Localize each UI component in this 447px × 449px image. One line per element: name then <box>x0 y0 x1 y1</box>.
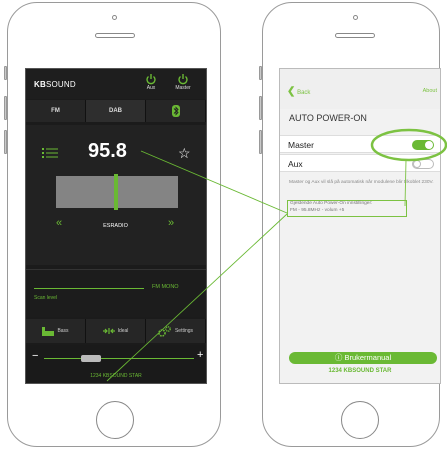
toggle-knob <box>425 141 433 149</box>
volume-panel: − + 1234 KBSOUND STAR <box>26 345 206 383</box>
scan-panel: Scan level FM MONO <box>26 269 206 317</box>
master-power-label: Master <box>175 85 191 91</box>
bluetooth-icon <box>171 105 180 117</box>
dial-needle[interactable] <box>114 174 118 210</box>
seek-next-button[interactable]: » <box>168 217 174 229</box>
current-settings-heading: Gjeldende Auto Power-On innstillinger: <box>290 201 373 206</box>
station-list-icon[interactable] <box>42 147 58 159</box>
volume-up-hw-button <box>259 96 262 120</box>
front-camera <box>353 15 358 20</box>
mute-switch <box>4 66 7 80</box>
mute-switch <box>259 66 262 80</box>
ideal-icon <box>102 328 115 334</box>
volume-track[interactable] <box>44 358 194 359</box>
brand-logo: KBSOUND <box>34 80 76 89</box>
aux-toggle[interactable] <box>412 159 434 169</box>
tab-ideal-label: Ideal <box>117 328 129 334</box>
user-manual-button[interactable]: ⓘ Brukermanual <box>289 352 437 364</box>
device-name: 1234 KBSOUND STAR <box>90 373 142 379</box>
fm-mono-toggle[interactable]: FM MONO <box>152 284 179 290</box>
volume-up-hw-button <box>4 96 7 120</box>
app-header: KBSOUND Aux Master <box>26 69 206 99</box>
earpiece-speaker <box>335 33 375 38</box>
current-settings-box: Gjeldende Auto Power-On innstillinger: F… <box>287 200 407 217</box>
master-label: Master <box>288 140 314 150</box>
radio-app-screen: KBSOUND Aux Master FM DAB 95.8 ☆ « ESRAD… <box>25 68 207 384</box>
current-settings-value: FM - 95.8MHz - volum +5 <box>290 207 345 213</box>
scan-level-slider[interactable] <box>34 288 144 289</box>
source-tabs: FM DAB <box>26 100 206 122</box>
tab-settings[interactable]: Settings <box>146 319 206 343</box>
power-icon <box>178 74 188 85</box>
tab-bluetooth[interactable] <box>146 100 206 122</box>
nav-bar: ❮ Back About <box>280 69 440 109</box>
bottom-tabs: Bass Ideal Settings <box>26 319 206 343</box>
master-row: Master <box>280 135 440 153</box>
about-link[interactable]: About <box>423 88 437 94</box>
front-camera <box>112 15 117 20</box>
aux-power-button[interactable]: Aux <box>140 73 162 91</box>
tuner-panel: 95.8 ☆ « ESRADIO » <box>26 125 206 265</box>
bass-icon <box>42 326 55 336</box>
volume-down-hw-button <box>4 130 7 154</box>
frequency-display: 95.8 <box>88 140 127 162</box>
stage: KBSOUND Aux Master FM DAB 95.8 ☆ « ESRAD… <box>0 0 447 449</box>
settings-screen: ❮ Back About AUTO POWER-ON Master Aux Ma… <box>279 68 441 384</box>
favorite-star-icon[interactable]: ☆ <box>178 145 191 162</box>
volume-down-button[interactable]: − <box>32 350 38 362</box>
description-text: Master og Aux vil slå på automatisk når … <box>289 180 434 185</box>
tab-bass-label: Bass <box>57 328 69 334</box>
aux-power-label: Aux <box>146 85 156 91</box>
seek-previous-button[interactable]: « <box>56 217 62 229</box>
power-icon <box>146 74 156 85</box>
home-button[interactable] <box>341 401 379 439</box>
toggle-knob <box>413 160 421 168</box>
master-power-button[interactable]: Master <box>172 73 194 91</box>
volume-slider-knob[interactable] <box>81 355 101 362</box>
tab-bass[interactable]: Bass <box>26 319 86 343</box>
master-toggle[interactable] <box>412 140 434 150</box>
scan-level-label: Scan level <box>34 295 58 301</box>
volume-up-button[interactable]: + <box>197 349 203 361</box>
back-button[interactable]: ❮ Back <box>287 86 310 97</box>
volume-down-hw-button <box>259 130 262 154</box>
settings-icon <box>158 326 171 337</box>
aux-label: Aux <box>288 159 303 169</box>
aux-row: Aux <box>280 154 440 172</box>
page-title: AUTO POWER-ON <box>289 113 367 123</box>
tab-ideal[interactable]: Ideal <box>86 319 146 343</box>
tab-dab[interactable]: DAB <box>86 100 146 122</box>
station-name: ESRADIO <box>103 223 128 229</box>
home-button[interactable] <box>96 401 134 439</box>
device-name: 1234 KBSOUND STAR <box>328 368 392 374</box>
earpiece-speaker <box>95 33 135 38</box>
back-label: Back <box>297 90 311 96</box>
tuning-dial[interactable] <box>56 174 178 210</box>
chevron-left-icon: ❮ <box>287 86 296 97</box>
tab-settings-label: Settings <box>174 328 194 334</box>
tab-fm[interactable]: FM <box>26 100 86 122</box>
